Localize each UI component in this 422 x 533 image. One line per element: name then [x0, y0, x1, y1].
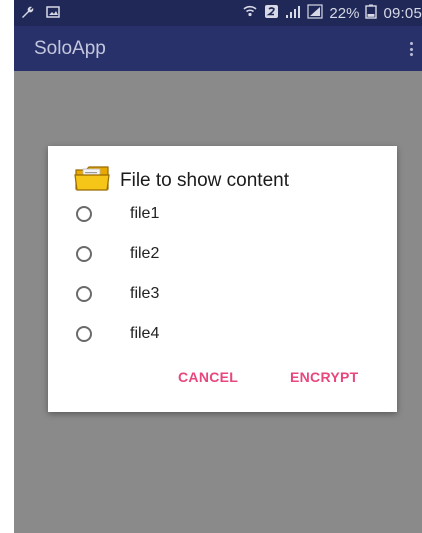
- radio-button[interactable]: [76, 206, 92, 222]
- overflow-menu-icon[interactable]: [410, 42, 414, 56]
- image-icon: [46, 5, 60, 24]
- option-label: file1: [130, 205, 160, 222]
- radio-button[interactable]: [76, 286, 92, 302]
- option-label: file3: [130, 285, 160, 302]
- dialog-title: File to show content: [74, 164, 289, 197]
- phone-screen: 22% 09:05 SoloApp File to show content f…: [14, 0, 422, 533]
- status-bar: 22% 09:05: [14, 0, 422, 26]
- option-file1[interactable]: file1: [76, 205, 159, 223]
- radio-button[interactable]: [76, 246, 92, 262]
- dialog-actions: CANCEL ENCRYPT: [48, 369, 397, 389]
- battery-percent: 22%: [329, 4, 360, 22]
- status-right: 22% 09:05: [242, 3, 422, 23]
- app-title: SoloApp: [34, 38, 106, 59]
- wrench-icon: [20, 4, 36, 25]
- battery-icon: [365, 4, 378, 23]
- option-file4[interactable]: file4: [76, 325, 159, 343]
- radio-button[interactable]: [76, 326, 92, 342]
- signal-icon: [307, 3, 324, 23]
- option-file3[interactable]: file3: [76, 285, 159, 303]
- cancel-button[interactable]: CANCEL: [178, 369, 238, 385]
- signal-icon: [285, 4, 301, 23]
- wifi-icon: [242, 3, 258, 23]
- status-time: 09:05: [383, 4, 422, 22]
- status-left: [20, 4, 60, 25]
- dialog-title-text: File to show content: [120, 169, 289, 191]
- folder-icon: [74, 164, 112, 197]
- option-file2[interactable]: file2: [76, 245, 159, 263]
- option-label: file2: [130, 245, 160, 262]
- file-chooser-dialog: File to show content file1 file2 file3 f…: [48, 146, 397, 412]
- encrypt-button[interactable]: ENCRYPT: [290, 369, 358, 385]
- app-bar: SoloApp: [14, 26, 422, 71]
- sim-icon: [264, 4, 279, 23]
- option-label: file4: [130, 325, 160, 342]
